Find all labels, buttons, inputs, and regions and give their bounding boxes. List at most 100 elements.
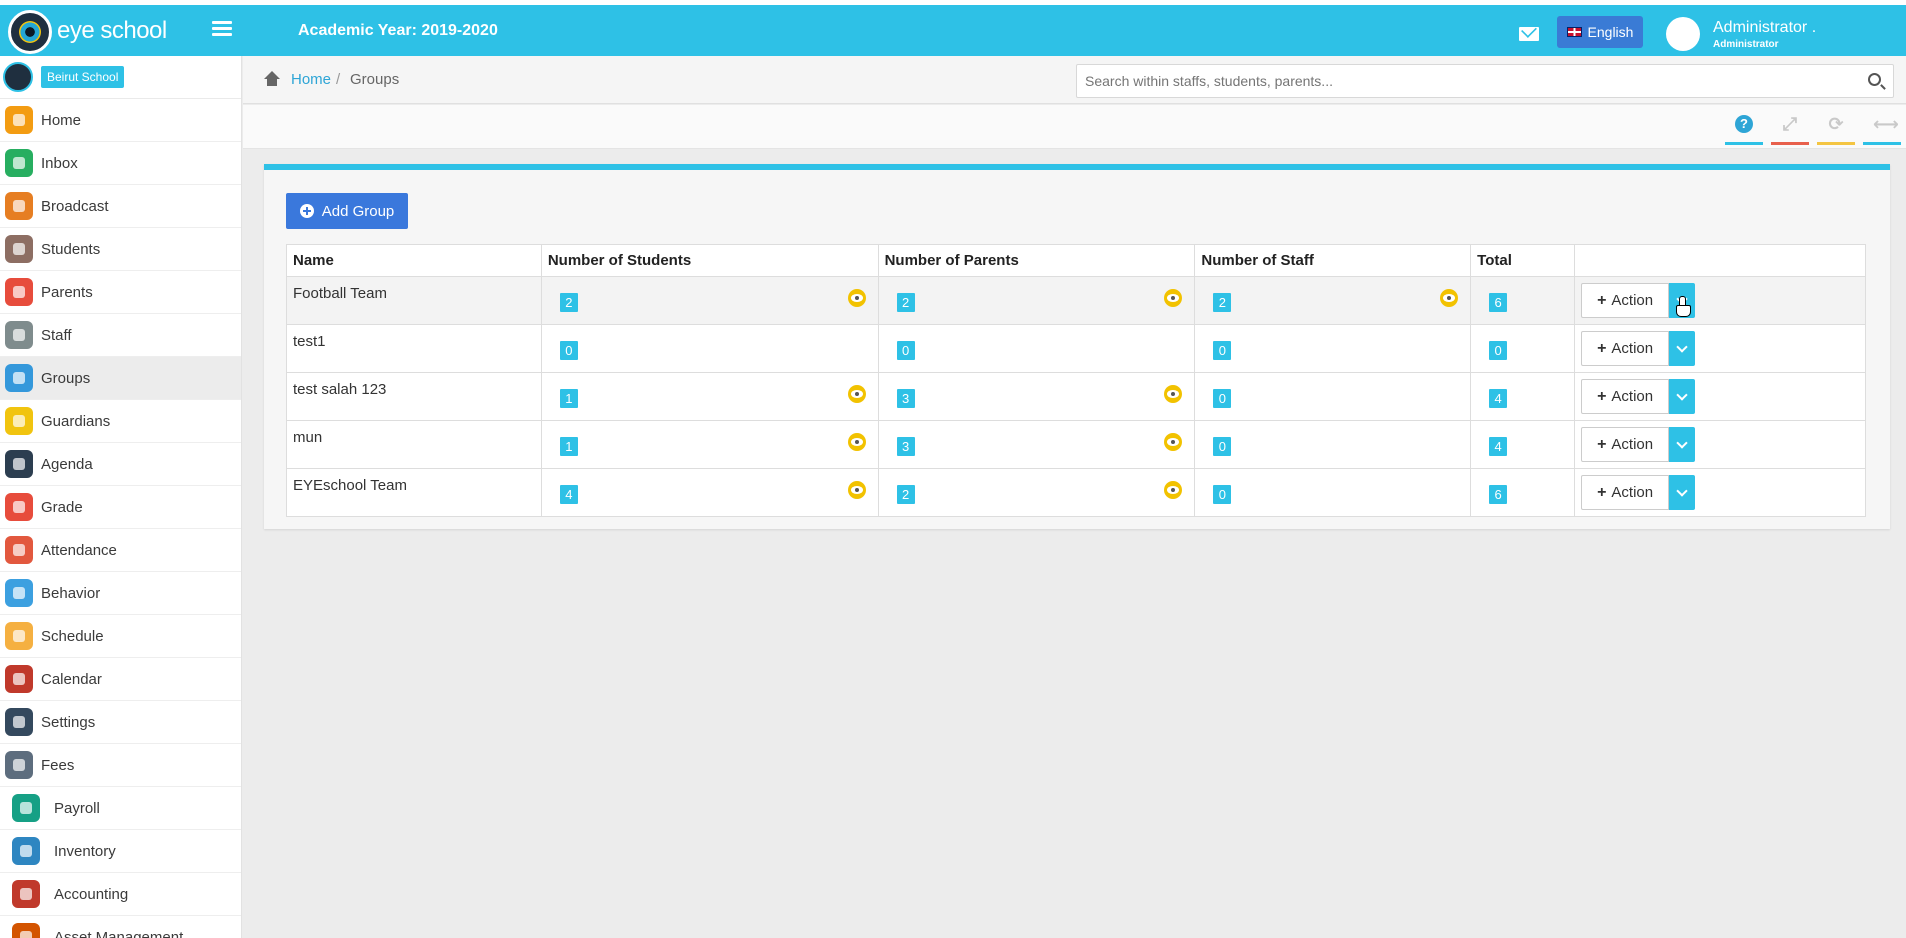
view-students-eye-icon[interactable]	[847, 289, 866, 307]
staff-count-cell: 0	[1194, 420, 1472, 469]
sidebar-item-label: Inbox	[41, 154, 78, 172]
view-students-eye-icon[interactable]	[847, 433, 866, 451]
staff-count-badge: 0	[1213, 485, 1232, 504]
sidebar-item-groups[interactable]: Groups	[0, 357, 241, 400]
language-button[interactable]: English	[1557, 16, 1643, 48]
home-icon	[5, 106, 33, 134]
action-label: Action	[1611, 292, 1654, 309]
sidebar-item-behavior[interactable]: Behavior	[0, 572, 241, 615]
total-count-cell: 4	[1470, 420, 1576, 469]
action-dropdown-chevron-down-icon[interactable]	[1669, 331, 1696, 366]
view-staff-eye-icon[interactable]	[1440, 289, 1459, 307]
home-icon[interactable]	[263, 71, 281, 87]
action-dropdown-chevron-down-icon[interactable]	[1669, 283, 1696, 318]
column-header: Number of Staff	[1194, 244, 1472, 277]
view-parents-eye-icon[interactable]	[1164, 433, 1183, 451]
group-name: EYEschool Team	[293, 477, 407, 494]
sidebar-item-label: Parents	[41, 283, 93, 301]
view-parents-eye-icon[interactable]	[1164, 481, 1183, 499]
sidebar-item-label: Schedule	[41, 627, 104, 645]
table-row: test1 0 0 0 0 + Action	[286, 324, 1866, 373]
students-count-cell: 4	[540, 468, 879, 517]
group-name-cell: EYEschool Team	[286, 468, 542, 517]
user-name[interactable]: Administrator .	[1713, 19, 1816, 37]
sidebar-item-inbox[interactable]: Inbox	[0, 142, 241, 185]
hamburger-menu-icon[interactable]	[212, 21, 232, 37]
refresh-glyph: ⟳	[1828, 114, 1844, 134]
school-name-badge[interactable]: Beirut School	[41, 66, 125, 88]
breadcrumb-home-link[interactable]: Home	[291, 71, 331, 88]
sidebar-item-label: Guardians	[41, 412, 111, 430]
view-parents-eye-icon[interactable]	[1164, 289, 1183, 307]
sidebar-item-students[interactable]: Students	[0, 228, 241, 271]
action-button[interactable]: + Action	[1581, 475, 1670, 510]
calendar-icon	[5, 665, 33, 693]
sidebar-item-fees[interactable]: Fees	[0, 744, 241, 787]
sidebar-item-label: Fees	[41, 756, 75, 774]
action-cell: + Action	[1574, 324, 1866, 373]
action-dropdown-chevron-down-icon[interactable]	[1669, 427, 1696, 462]
students-count-cell: 1	[540, 372, 879, 421]
fullscreen-icon[interactable]: ⤢	[1771, 115, 1809, 145]
search-input[interactable]	[1077, 65, 1857, 97]
view-students-eye-icon[interactable]	[847, 481, 866, 499]
action-button[interactable]: + Action	[1581, 379, 1670, 414]
total-count-cell: 6	[1470, 276, 1576, 325]
action-button[interactable]: + Action	[1581, 331, 1670, 366]
sidebar-item-grade[interactable]: Grade	[0, 486, 241, 529]
inbox-icon	[5, 149, 33, 177]
sidebar-item-parents[interactable]: Parents	[0, 271, 241, 314]
sidebar-item-schedule[interactable]: Schedule	[0, 615, 241, 658]
action-dropdown-chevron-down-icon[interactable]	[1669, 379, 1696, 414]
staff-icon	[5, 321, 33, 349]
sidebar-item-accounting[interactable]: Accounting	[0, 873, 241, 916]
total-count-cell: 0	[1470, 324, 1576, 373]
sidebar-item-payroll[interactable]: Payroll	[0, 787, 241, 830]
plus-icon: +	[1597, 387, 1607, 405]
sidebar-item-agenda[interactable]: Agenda	[0, 443, 241, 486]
sidebar-item-calendar[interactable]: Calendar	[0, 658, 241, 701]
action-button[interactable]: + Action	[1581, 283, 1670, 318]
sidebar-item-home[interactable]: Home	[0, 99, 241, 142]
sidebar-item-attendance[interactable]: Attendance	[0, 529, 241, 572]
students-count-badge: 1	[559, 389, 578, 408]
action-button[interactable]: + Action	[1581, 427, 1670, 462]
search-icon[interactable]	[1868, 73, 1881, 86]
collapse-icon[interactable]: ⟷	[1863, 115, 1901, 145]
user-avatar[interactable]	[1666, 17, 1700, 51]
mail-icon[interactable]	[1519, 27, 1539, 41]
view-students-eye-icon[interactable]	[847, 385, 866, 403]
column-header: Number of Students	[540, 244, 879, 277]
breadcrumb-bar: Home / Groups	[243, 56, 1906, 104]
refresh-icon[interactable]: ⟳	[1817, 115, 1855, 145]
breadcrumb-current: Groups	[350, 71, 400, 88]
add-group-button[interactable]: Add Group	[286, 193, 408, 229]
view-parents-eye-icon[interactable]	[1164, 385, 1183, 403]
action-cell: + Action	[1574, 276, 1866, 325]
eye-school-logo[interactable]	[8, 10, 52, 54]
column-header	[1574, 244, 1866, 277]
column-header: Number of Parents	[877, 244, 1196, 277]
sidebar-item-label: Staff	[41, 326, 72, 344]
action-cell: + Action	[1574, 372, 1866, 421]
sidebar-item-guardians[interactable]: Guardians	[0, 400, 241, 443]
total-count-badge: 0	[1489, 341, 1508, 360]
students-count-badge: 0	[559, 341, 578, 360]
help-icon[interactable]: ?	[1725, 115, 1763, 145]
sidebar-item-settings[interactable]: Settings	[0, 701, 241, 744]
total-count-badge: 6	[1489, 485, 1508, 504]
group-name: test salah 123	[293, 381, 387, 398]
action-dropdown-chevron-down-icon[interactable]	[1669, 475, 1696, 510]
parents-count-badge: 0	[896, 341, 915, 360]
sidebar-item-label: Home	[41, 111, 82, 129]
school-selector[interactable]: Beirut School	[0, 56, 241, 99]
groups-panel: Add Group Name Number of Students Number o…	[264, 164, 1890, 529]
sidebar-item-broadcast[interactable]: Broadcast	[0, 185, 241, 228]
group-name: mun	[293, 429, 323, 446]
sidebar-item-asset-management[interactable]: Asset Management	[0, 916, 241, 938]
action-button-group: + Action	[1581, 283, 1859, 318]
sidebar-item-label: Calendar	[41, 670, 102, 688]
sidebar-item-staff[interactable]: Staff	[0, 314, 241, 357]
sidebar-item-inventory[interactable]: Inventory	[0, 830, 241, 873]
total-count-cell: 4	[1470, 372, 1576, 421]
